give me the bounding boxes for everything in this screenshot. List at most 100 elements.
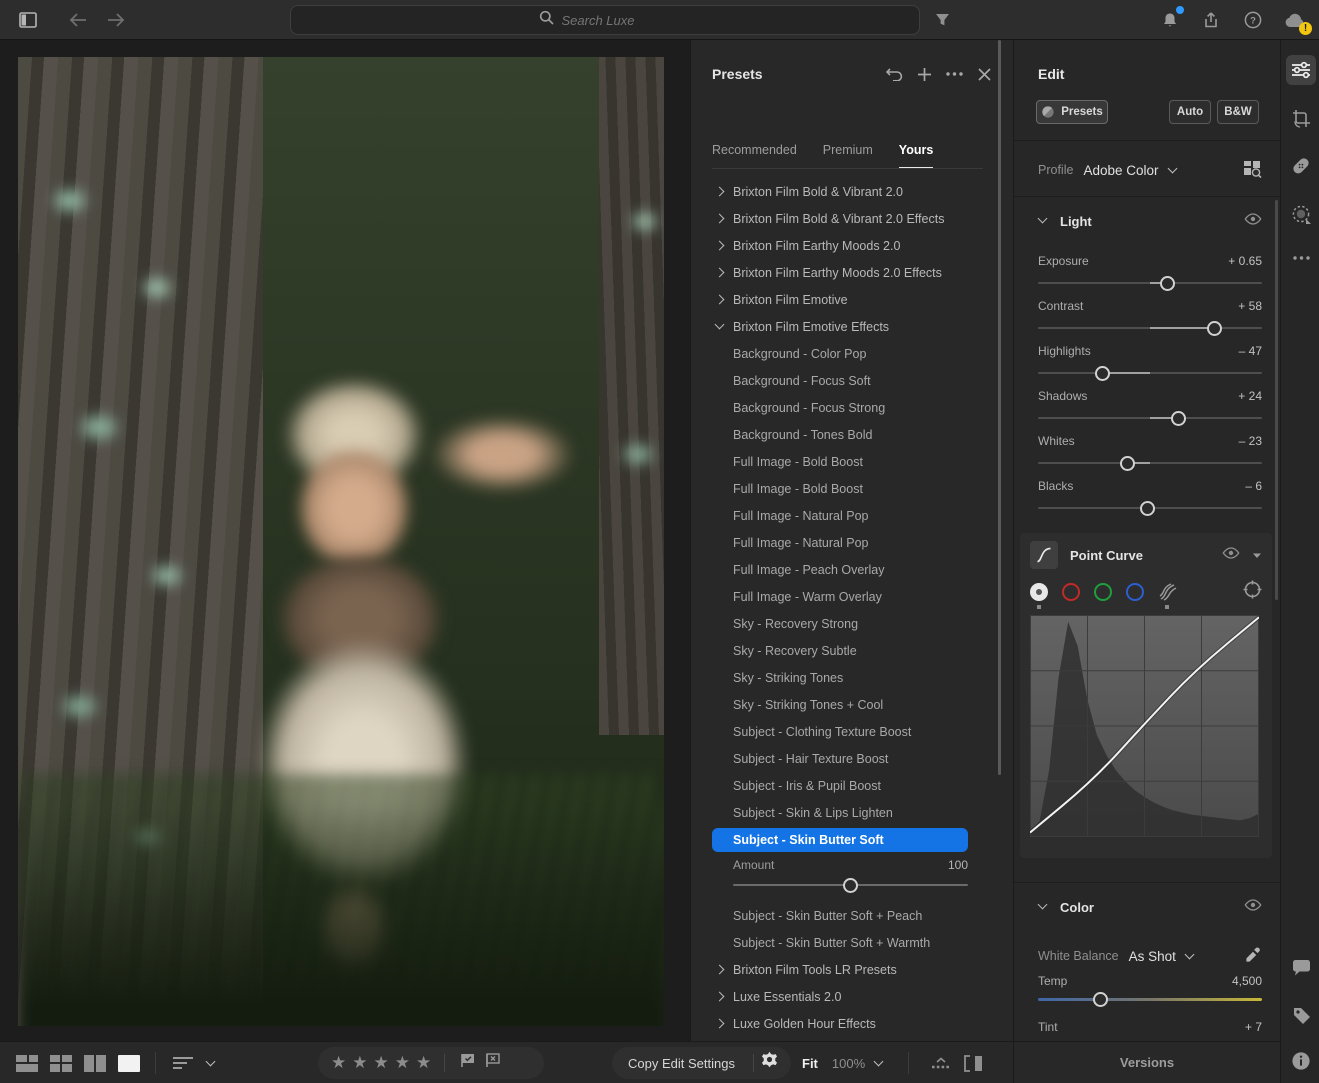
- settings-gear-icon[interactable]: [756, 1051, 791, 1075]
- preset-item[interactable]: Sky - Recovery Subtle: [691, 637, 1001, 664]
- sort-button[interactable]: [172, 1042, 216, 1083]
- preset-item[interactable]: Subject - Skin Butter Soft: [691, 826, 1001, 854]
- profile-caret-icon[interactable]: [1168, 165, 1178, 175]
- search-field[interactable]: [562, 13, 672, 28]
- comments-button[interactable]: [1286, 952, 1316, 982]
- cloud-sync-icon[interactable]: !: [1283, 8, 1307, 32]
- tab-yours[interactable]: Yours: [899, 143, 934, 169]
- preset-item[interactable]: Sky - Striking Tones: [691, 664, 1001, 691]
- preset-group[interactable]: Brixton Film Earthy Moods 2.0 Effects: [691, 259, 1001, 286]
- close-icon[interactable]: [973, 63, 995, 85]
- preset-group[interactable]: Brixton Film Bold & Vibrant 2.0: [691, 178, 1001, 205]
- edit-scrollbar[interactable]: [1275, 200, 1278, 600]
- preset-item[interactable]: Subject - Skin Butter Soft + Peach: [691, 902, 1001, 929]
- photo-grid-view-button[interactable]: [16, 1055, 38, 1072]
- preset-group[interactable]: Brixton Film Bold & Vibrant 2.0 Effects: [691, 205, 1001, 232]
- slider-knob[interactable]: [1171, 411, 1186, 426]
- white-balance-value[interactable]: As Shot: [1129, 949, 1176, 964]
- auto-button[interactable]: Auto: [1169, 100, 1211, 124]
- preset-group[interactable]: Brixton Film Tools LR Presets: [691, 956, 1001, 983]
- profile-value[interactable]: Adobe Color: [1083, 163, 1158, 178]
- preset-item[interactable]: Subject - Skin & Lips Lighten: [691, 799, 1001, 826]
- crop-tool-button[interactable]: [1286, 103, 1316, 133]
- collapse-icon[interactable]: [1038, 902, 1050, 912]
- bw-button[interactable]: B&W: [1217, 100, 1259, 124]
- notifications-icon[interactable]: [1158, 8, 1182, 32]
- presets-toggle-button[interactable]: Presets: [1036, 100, 1108, 124]
- versions-bar[interactable]: Versions: [1013, 1041, 1280, 1083]
- flag-reject-button[interactable]: [480, 1053, 509, 1073]
- keywords-button[interactable]: [1286, 1000, 1316, 1030]
- add-preset-icon[interactable]: [913, 63, 935, 85]
- amount-knob[interactable]: [843, 878, 858, 893]
- star-1[interactable]: ★: [328, 1053, 349, 1072]
- healing-tool-button[interactable]: [1286, 151, 1316, 181]
- chevron-right-icon[interactable]: [715, 295, 725, 305]
- undo-icon[interactable]: [883, 63, 905, 85]
- before-after-button[interactable]: [963, 1042, 985, 1083]
- curve-collapse-caret-icon[interactable]: [1252, 546, 1262, 564]
- preset-item[interactable]: Full Image - Peach Overlay: [691, 556, 1001, 583]
- photo[interactable]: [18, 57, 664, 1026]
- white-balance-caret-icon[interactable]: [1185, 951, 1195, 961]
- sort-caret-icon[interactable]: [206, 1058, 216, 1068]
- info-button[interactable]: [1286, 1046, 1316, 1076]
- collapse-icon[interactable]: [1038, 216, 1050, 226]
- star-3[interactable]: ★: [371, 1053, 392, 1072]
- channel-all-button[interactable]: [1030, 583, 1048, 601]
- chevron-right-icon[interactable]: [715, 241, 725, 251]
- curve-icon[interactable]: [1030, 541, 1058, 569]
- tab-recommended[interactable]: Recommended: [712, 143, 797, 169]
- presets-scrollbar[interactable]: [998, 40, 1001, 775]
- compare-view-button[interactable]: [84, 1055, 106, 1072]
- targeted-adjustment-icon[interactable]: [1243, 580, 1262, 604]
- light-section-header[interactable]: Light: [1038, 212, 1262, 230]
- zoom-value[interactable]: 100%: [832, 1056, 865, 1071]
- preset-item[interactable]: Subject - Hair Texture Boost: [691, 745, 1001, 772]
- preset-item[interactable]: Sky - Recovery Strong: [691, 610, 1001, 637]
- star-2[interactable]: ★: [349, 1053, 370, 1072]
- search-input[interactable]: [290, 5, 920, 35]
- temp-knob[interactable]: [1093, 992, 1108, 1007]
- help-icon[interactable]: ?: [1241, 8, 1265, 32]
- preset-group[interactable]: Luxe Golden Hour Effects: [691, 1010, 1001, 1037]
- slider-knob[interactable]: [1140, 501, 1155, 516]
- tone-curve-plot[interactable]: [1030, 615, 1259, 837]
- preset-item[interactable]: Background - Focus Strong: [691, 394, 1001, 421]
- preset-group[interactable]: Brixton Film Emotive Effects: [691, 313, 1001, 340]
- amount-slider[interactable]: [733, 878, 968, 892]
- preset-group[interactable]: Luxe Essentials 2.0: [691, 983, 1001, 1010]
- eyedropper-icon[interactable]: [1245, 946, 1262, 966]
- chevron-right-icon[interactable]: [715, 965, 725, 975]
- curve-visibility-icon[interactable]: [1222, 546, 1240, 564]
- preset-item[interactable]: Subject - Iris & Pupil Boost: [691, 772, 1001, 799]
- share-icon[interactable]: [1199, 8, 1223, 32]
- star-4[interactable]: ★: [392, 1053, 413, 1072]
- exposure-slider[interactable]: [1038, 276, 1262, 290]
- color-section-header[interactable]: Color: [1038, 898, 1262, 916]
- masking-tool-button[interactable]: [1286, 199, 1316, 229]
- chevron-right-icon[interactable]: [715, 992, 725, 1002]
- temp-track[interactable]: [1038, 998, 1262, 1001]
- slider-knob[interactable]: [1095, 366, 1110, 381]
- chevron-right-icon[interactable]: [715, 214, 725, 224]
- zoom-caret-icon[interactable]: [874, 1058, 884, 1068]
- preset-item[interactable]: Full Image - Bold Boost: [691, 475, 1001, 502]
- preset-item[interactable]: Full Image - Bold Boost: [691, 448, 1001, 475]
- slider-knob[interactable]: [1160, 276, 1175, 291]
- shadows-slider[interactable]: [1038, 411, 1262, 425]
- channel-blue-button[interactable]: [1126, 583, 1144, 601]
- preset-group[interactable]: Brixton Film Emotive: [691, 286, 1001, 313]
- channel-green-button[interactable]: [1094, 583, 1112, 601]
- sidebar-toggle-icon[interactable]: [16, 8, 40, 32]
- more-tools-button[interactable]: [1286, 243, 1316, 273]
- preset-group[interactable]: Brixton Film Earthy Moods 2.0: [691, 232, 1001, 259]
- copy-edit-settings-button[interactable]: Copy Edit Settings: [612, 1056, 751, 1071]
- slider-knob[interactable]: [1120, 456, 1135, 471]
- preset-item[interactable]: Full Image - Warm Overlay: [691, 583, 1001, 610]
- whites-slider[interactable]: [1038, 456, 1262, 470]
- preset-item[interactable]: Subject - Clothing Texture Boost: [691, 718, 1001, 745]
- filter-icon[interactable]: [930, 8, 954, 32]
- chevron-right-icon[interactable]: [715, 268, 725, 278]
- light-visibility-icon[interactable]: [1244, 212, 1262, 230]
